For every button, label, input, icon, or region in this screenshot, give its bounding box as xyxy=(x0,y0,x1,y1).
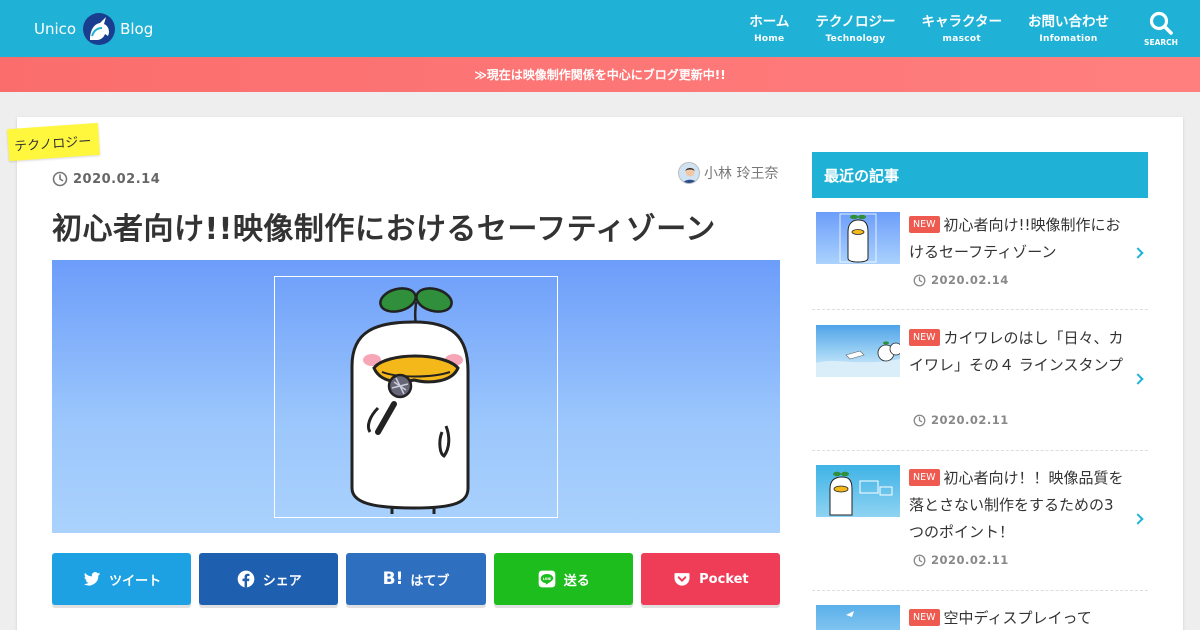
nav-sublabel: Home xyxy=(754,34,785,44)
recent-post-item[interactable]: NEW 初心者向け!!映像制作におけるセーフティゾーン 2020.02.14 xyxy=(812,212,1148,310)
mascot-illustration xyxy=(350,287,470,514)
chevron-right-icon xyxy=(1132,247,1144,259)
hatena-icon: B! xyxy=(382,569,404,589)
new-badge: NEW xyxy=(909,329,940,346)
post-date: 2020.02.14 xyxy=(52,171,160,187)
share-buttons: ツイート シェア B! はてブ LINE 送る Pocket xyxy=(52,553,781,605)
recent-post-date: 2020.02.11 xyxy=(913,553,1009,567)
site-header: Unico Blog ホーム Home テクノロジー Technology キャ… xyxy=(0,0,1200,57)
pocket-icon xyxy=(674,573,690,586)
share-facebook-button[interactable]: シェア xyxy=(199,553,339,605)
recent-post-item[interactable]: NEW 初心者向け！！映像品質を落とさない制作をするための3つのポイント！ 202… xyxy=(812,465,1148,591)
recent-post-title-text: 空中ディスプレイって xyxy=(943,609,1092,627)
recent-post-item[interactable]: NEW カイワレのはし「日々、カイワレ」その４ ラインスタンプ 2020.02.1… xyxy=(812,325,1148,451)
author-avatar xyxy=(678,162,700,184)
author-info[interactable]: 小林 玲王奈 xyxy=(678,162,778,184)
nav-item-contact[interactable]: お問い合わせ Infomation xyxy=(1015,0,1122,57)
recent-post-title: NEW 初心者向け！！映像品質を落とさない制作をするための3つのポイント！ xyxy=(909,465,1127,546)
clock-icon xyxy=(913,414,926,426)
new-badge: NEW xyxy=(909,609,940,626)
post-date-text: 2020.02.14 xyxy=(73,171,161,187)
search-button[interactable]: SEARCH xyxy=(1122,0,1200,57)
clock-icon xyxy=(913,554,926,566)
recent-post-date-text: 2020.02.11 xyxy=(931,553,1009,567)
eyecatch-image xyxy=(52,260,780,533)
recent-post-title: NEW 空中ディスプレイって xyxy=(909,605,1127,630)
clock-icon xyxy=(913,274,926,286)
nav-item-technology[interactable]: テクノロジー Technology xyxy=(802,0,908,57)
post-thumbnail xyxy=(816,325,900,377)
nav-item-mascot[interactable]: キャラクター mascot xyxy=(909,0,1015,57)
author-name: 小林 玲王奈 xyxy=(704,166,779,182)
logo-text-right: Blog xyxy=(120,20,154,38)
recent-post-date-text: 2020.02.14 xyxy=(931,273,1009,287)
share-hatena-label: はてブ xyxy=(410,573,450,589)
search-label: SEARCH xyxy=(1144,38,1178,47)
recent-post-date: 2020.02.14 xyxy=(913,273,1009,287)
nav-item-home[interactable]: ホーム Home xyxy=(736,0,802,57)
unicorn-icon xyxy=(83,13,116,45)
global-nav: ホーム Home テクノロジー Technology キャラクター mascot… xyxy=(736,0,1200,57)
nav-sublabel: Technology xyxy=(825,34,886,44)
new-badge: NEW xyxy=(909,469,940,486)
recent-post-title-text: 初心者向け！！映像品質を落とさない制作をするための3つのポイント！ xyxy=(909,469,1124,541)
nav-label: キャラクター xyxy=(921,14,1002,30)
line-icon: LINE xyxy=(538,570,556,588)
share-line-label: 送る xyxy=(563,573,590,589)
notice-text: ≫現在は映像制作関係を中心にブログ更新中!! xyxy=(474,68,726,82)
sidebar-recent-title: 最近の記事 xyxy=(812,152,1148,198)
share-twitter-label: ツイート xyxy=(109,573,162,589)
logo-text-left: Unico xyxy=(34,20,77,38)
article-body-preview xyxy=(52,622,780,630)
facebook-icon xyxy=(237,570,255,588)
nav-label: テクノロジー xyxy=(815,14,896,30)
recent-post-title-text: カイワレのはし「日々、カイワレ」その４ ラインスタンプ xyxy=(909,329,1124,374)
recent-post-item[interactable]: NEW 空中ディスプレイって xyxy=(812,605,1148,630)
share-hatena-button[interactable]: B! はてブ xyxy=(346,553,486,605)
search-icon xyxy=(1149,11,1173,35)
twitter-icon xyxy=(83,572,101,586)
svg-text:LINE: LINE xyxy=(542,577,551,581)
site-logo[interactable]: Unico Blog xyxy=(34,12,153,46)
recent-post-title: NEW 初心者向け!!映像制作におけるセーフティゾーン xyxy=(909,212,1127,266)
share-pocket-label: Pocket xyxy=(699,571,749,587)
share-pocket-button[interactable]: Pocket xyxy=(640,553,781,605)
post-thumbnail xyxy=(816,605,900,630)
recent-post-title: NEW カイワレのはし「日々、カイワレ」その４ ラインスタンプ xyxy=(909,325,1127,379)
recent-post-date: 2020.02.11 xyxy=(913,413,1009,427)
recent-post-date-text: 2020.02.11 xyxy=(931,413,1009,427)
new-badge: NEW xyxy=(909,216,940,233)
article-title: 初心者向け!!映像制作におけるセーフティゾーン xyxy=(52,212,716,247)
recent-post-title-text: 初心者向け!!映像制作におけるセーフティゾーン xyxy=(909,216,1121,261)
share-twitter-button[interactable]: ツイート xyxy=(52,553,192,605)
nav-label: お問い合わせ xyxy=(1028,14,1109,30)
chevron-right-icon xyxy=(1132,513,1144,525)
clock-icon xyxy=(52,171,68,187)
post-thumbnail xyxy=(816,465,900,517)
share-line-button[interactable]: LINE 送る xyxy=(493,553,633,605)
share-facebook-label: シェア xyxy=(262,573,302,589)
notice-bar[interactable]: ≫現在は映像制作関係を中心にブログ更新中!! xyxy=(0,57,1200,92)
nav-label: ホーム xyxy=(749,14,790,30)
post-thumbnail xyxy=(816,212,900,264)
nav-sublabel: mascot xyxy=(942,34,981,44)
chevron-right-icon xyxy=(1132,373,1144,385)
nav-sublabel: Infomation xyxy=(1039,34,1098,44)
category-label[interactable]: テクノロジー xyxy=(6,122,101,162)
